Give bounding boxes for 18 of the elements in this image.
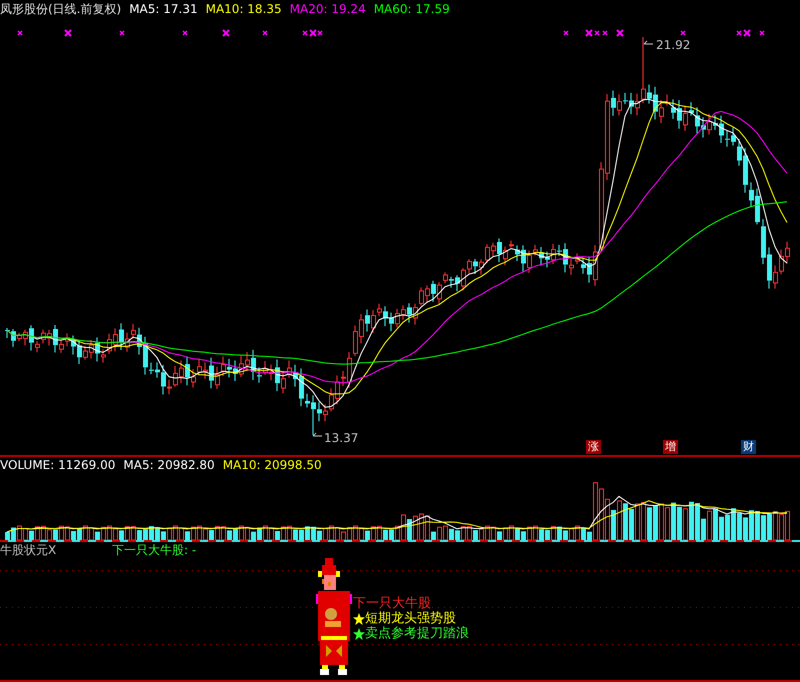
high-price-label: 21.92: [656, 38, 690, 52]
volume-label: MA5: 20982.80: [123, 458, 215, 472]
signal-badge: 涨: [586, 440, 601, 454]
low-price-label: 13.37: [324, 431, 358, 445]
signal-badge: 财: [741, 440, 756, 454]
signal-note: 短期龙头强势股: [365, 611, 456, 626]
signal-note: 下一只大牛股: [353, 596, 431, 611]
moving-average-label: MA20: 19.24: [290, 2, 366, 16]
volume-label: MA10: 20998.50: [222, 458, 322, 472]
signal-note: 卖点参考提刀踏浪: [365, 626, 469, 641]
stock-title: 凤形股份(日线.前复权): [0, 0, 122, 18]
indicator-value: 下一只大牛股: -: [112, 542, 196, 558]
volume-label: VOLUME: 11269.00: [0, 458, 116, 472]
moving-average-label: MA10: 18.35: [206, 2, 282, 16]
moving-average-label: MA60: 17.59: [374, 2, 450, 16]
indicator-name: 牛股状元X: [0, 542, 58, 558]
moving-average-label: MA5: 17.31: [129, 2, 198, 16]
signal-badge: 增: [663, 440, 678, 454]
